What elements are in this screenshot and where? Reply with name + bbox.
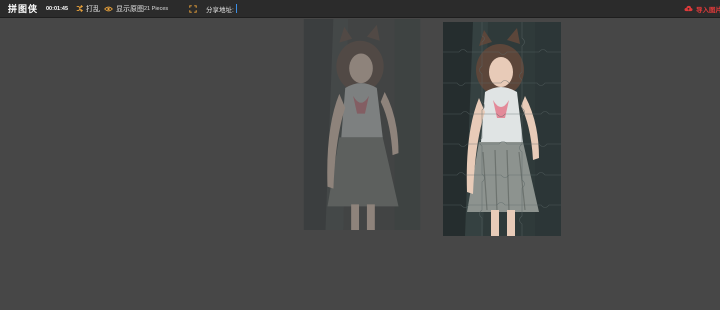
fullscreen-button[interactable]	[188, 0, 197, 17]
reference-illustration	[303, 19, 421, 230]
reference-image	[303, 19, 421, 230]
game-timer: 00:01:45	[46, 5, 69, 12]
fullscreen-icon	[188, 4, 197, 13]
top-toolbar: 拼图侠 00:01:45 打乱 显示原图 21 Pieces 分享地址: 导入图…	[0, 0, 720, 18]
share-address: 分享地址:	[206, 0, 277, 17]
pieces-count: 21 Pieces	[144, 5, 169, 12]
show-original-button[interactable]: 显示原图	[104, 0, 144, 17]
cloud-upload-icon	[684, 5, 693, 12]
app-title: 拼图侠	[8, 4, 39, 14]
show-original-label: 显示原图	[116, 5, 144, 13]
puzzle-board[interactable]	[443, 22, 561, 236]
import-image-label: 导入图片	[696, 6, 720, 14]
shuffle-icon	[76, 5, 83, 12]
shuffle-label: 打乱	[86, 5, 100, 13]
import-image-button[interactable]: 导入图片	[684, 0, 720, 17]
shuffle-button[interactable]: 打乱	[76, 0, 100, 17]
eye-icon	[104, 6, 113, 12]
puzzle-illustration	[443, 22, 561, 236]
share-label: 分享地址:	[206, 6, 234, 14]
share-url-input[interactable]	[235, 4, 277, 13]
